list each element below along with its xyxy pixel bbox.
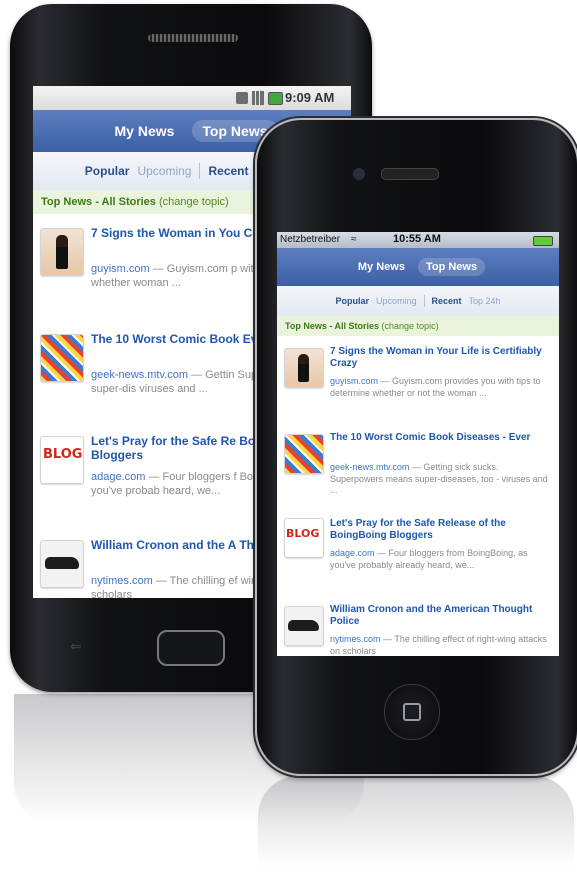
filter-popular[interactable]: Popular <box>85 164 130 178</box>
iphone-screen: Netzbetreiber ≈ 10:55 AM My News Top New… <box>277 232 559 656</box>
filter-top24h[interactable]: Top 24h <box>469 296 501 306</box>
story-source[interactable]: geek-news.mtv.com <box>91 369 188 381</box>
android-home-button[interactable] <box>157 630 225 666</box>
story-title[interactable]: Let's Pray for the Safe Release of the B… <box>330 518 552 542</box>
story-meta: guyism.com — Guyism.com provides you wit… <box>330 376 552 399</box>
android-status-time: 9:09 AM <box>285 90 335 105</box>
story-thumbnail <box>40 228 84 276</box>
iphone-status-time: 10:55 AM <box>393 233 441 245</box>
blog-logo-icon: BLOG <box>286 527 320 540</box>
topic-label: Top News - All Stories <box>285 321 380 331</box>
story-thumbnail <box>284 434 324 474</box>
story-title[interactable]: William Cronon and the American Thought … <box>330 604 552 628</box>
filter-recent[interactable]: Recent <box>208 164 248 178</box>
iphone-topic-bar: Top News - All Stories (change topic) <box>277 316 559 337</box>
story-meta: nytimes.com — The chilling effect of rig… <box>330 634 552 656</box>
story-source[interactable]: adage.com <box>330 548 375 558</box>
story-thumbnail <box>40 540 84 588</box>
iphone-filter-bar: Popular Upcoming Recent Top 24h <box>277 286 559 317</box>
speaker-grille <box>148 34 238 42</box>
change-topic-link[interactable]: (change topic) <box>159 196 229 208</box>
list-item[interactable]: 7 Signs the Woman in Your Life is Certif… <box>277 336 559 423</box>
iphone-home-button[interactable] <box>384 684 440 740</box>
filter-upcoming[interactable]: Upcoming <box>137 164 191 178</box>
iphone-reflection <box>258 776 574 868</box>
filter-upcoming[interactable]: Upcoming <box>376 296 417 306</box>
back-icon[interactable]: ⇐ <box>70 638 88 654</box>
blog-logo-icon: BLOG <box>43 447 83 462</box>
story-thumbnail: BLOG <box>284 518 324 558</box>
carrier-name: Netzbetreiber <box>280 234 341 245</box>
filter-popular[interactable]: Popular <box>335 296 369 306</box>
front-camera <box>353 168 365 180</box>
woman-figure-icon <box>56 235 68 269</box>
police-car-icon <box>45 557 79 569</box>
tab-my-news[interactable]: My News <box>107 120 183 142</box>
story-thumbnail <box>284 348 324 388</box>
battery-icon <box>268 92 283 105</box>
topic-label: Top News - All Stories <box>41 196 156 208</box>
tab-my-news[interactable]: My News <box>351 258 412 276</box>
wifi-icon: ≈ <box>351 234 357 245</box>
story-thumbnail <box>40 334 84 382</box>
list-item[interactable]: The 10 Worst Comic Book Diseases - Ever … <box>277 422 559 509</box>
story-source[interactable]: nytimes.com <box>330 634 381 644</box>
story-source[interactable]: adage.com <box>91 471 145 483</box>
usb-icon <box>236 92 248 104</box>
story-thumbnail: BLOG <box>40 436 84 484</box>
story-source[interactable]: nytimes.com <box>91 575 153 587</box>
story-source[interactable]: guyism.com <box>330 376 378 386</box>
filter-divider <box>199 163 201 179</box>
filter-divider <box>423 295 425 307</box>
story-meta: adage.com — Four bloggers from BoingBoin… <box>330 548 552 571</box>
home-square-icon <box>403 703 421 721</box>
story-title[interactable]: 7 Signs the Woman in Your Life is Certif… <box>330 346 552 370</box>
iphone-status-bar: Netzbetreiber ≈ 10:55 AM <box>277 232 559 248</box>
police-car-icon <box>288 620 319 631</box>
list-item[interactable]: BLOG Let's Pray for the Safe Release of … <box>277 508 559 595</box>
woman-figure-icon <box>298 354 309 382</box>
story-source[interactable]: guyism.com <box>91 263 150 275</box>
story-source[interactable]: geek-news.mtv.com <box>330 462 409 472</box>
battery-icon <box>533 236 553 246</box>
android-status-bar: 9:09 AM <box>33 86 351 111</box>
filter-recent[interactable]: Recent <box>432 296 462 306</box>
tab-top-news[interactable]: Top News <box>417 258 486 276</box>
change-topic-link[interactable]: (change topic) <box>382 321 439 331</box>
list-item[interactable]: William Cronon and the American Thought … <box>277 594 559 656</box>
iphone-nav-bar: My News Top News <box>277 248 559 286</box>
speaker-slot <box>381 168 439 180</box>
signal-icon <box>252 91 264 105</box>
story-title[interactable]: The 10 Worst Comic Book Diseases - Ever <box>330 432 552 444</box>
story-thumbnail <box>284 606 324 646</box>
story-meta: geek-news.mtv.com — Getting sick sucks. … <box>330 462 552 497</box>
